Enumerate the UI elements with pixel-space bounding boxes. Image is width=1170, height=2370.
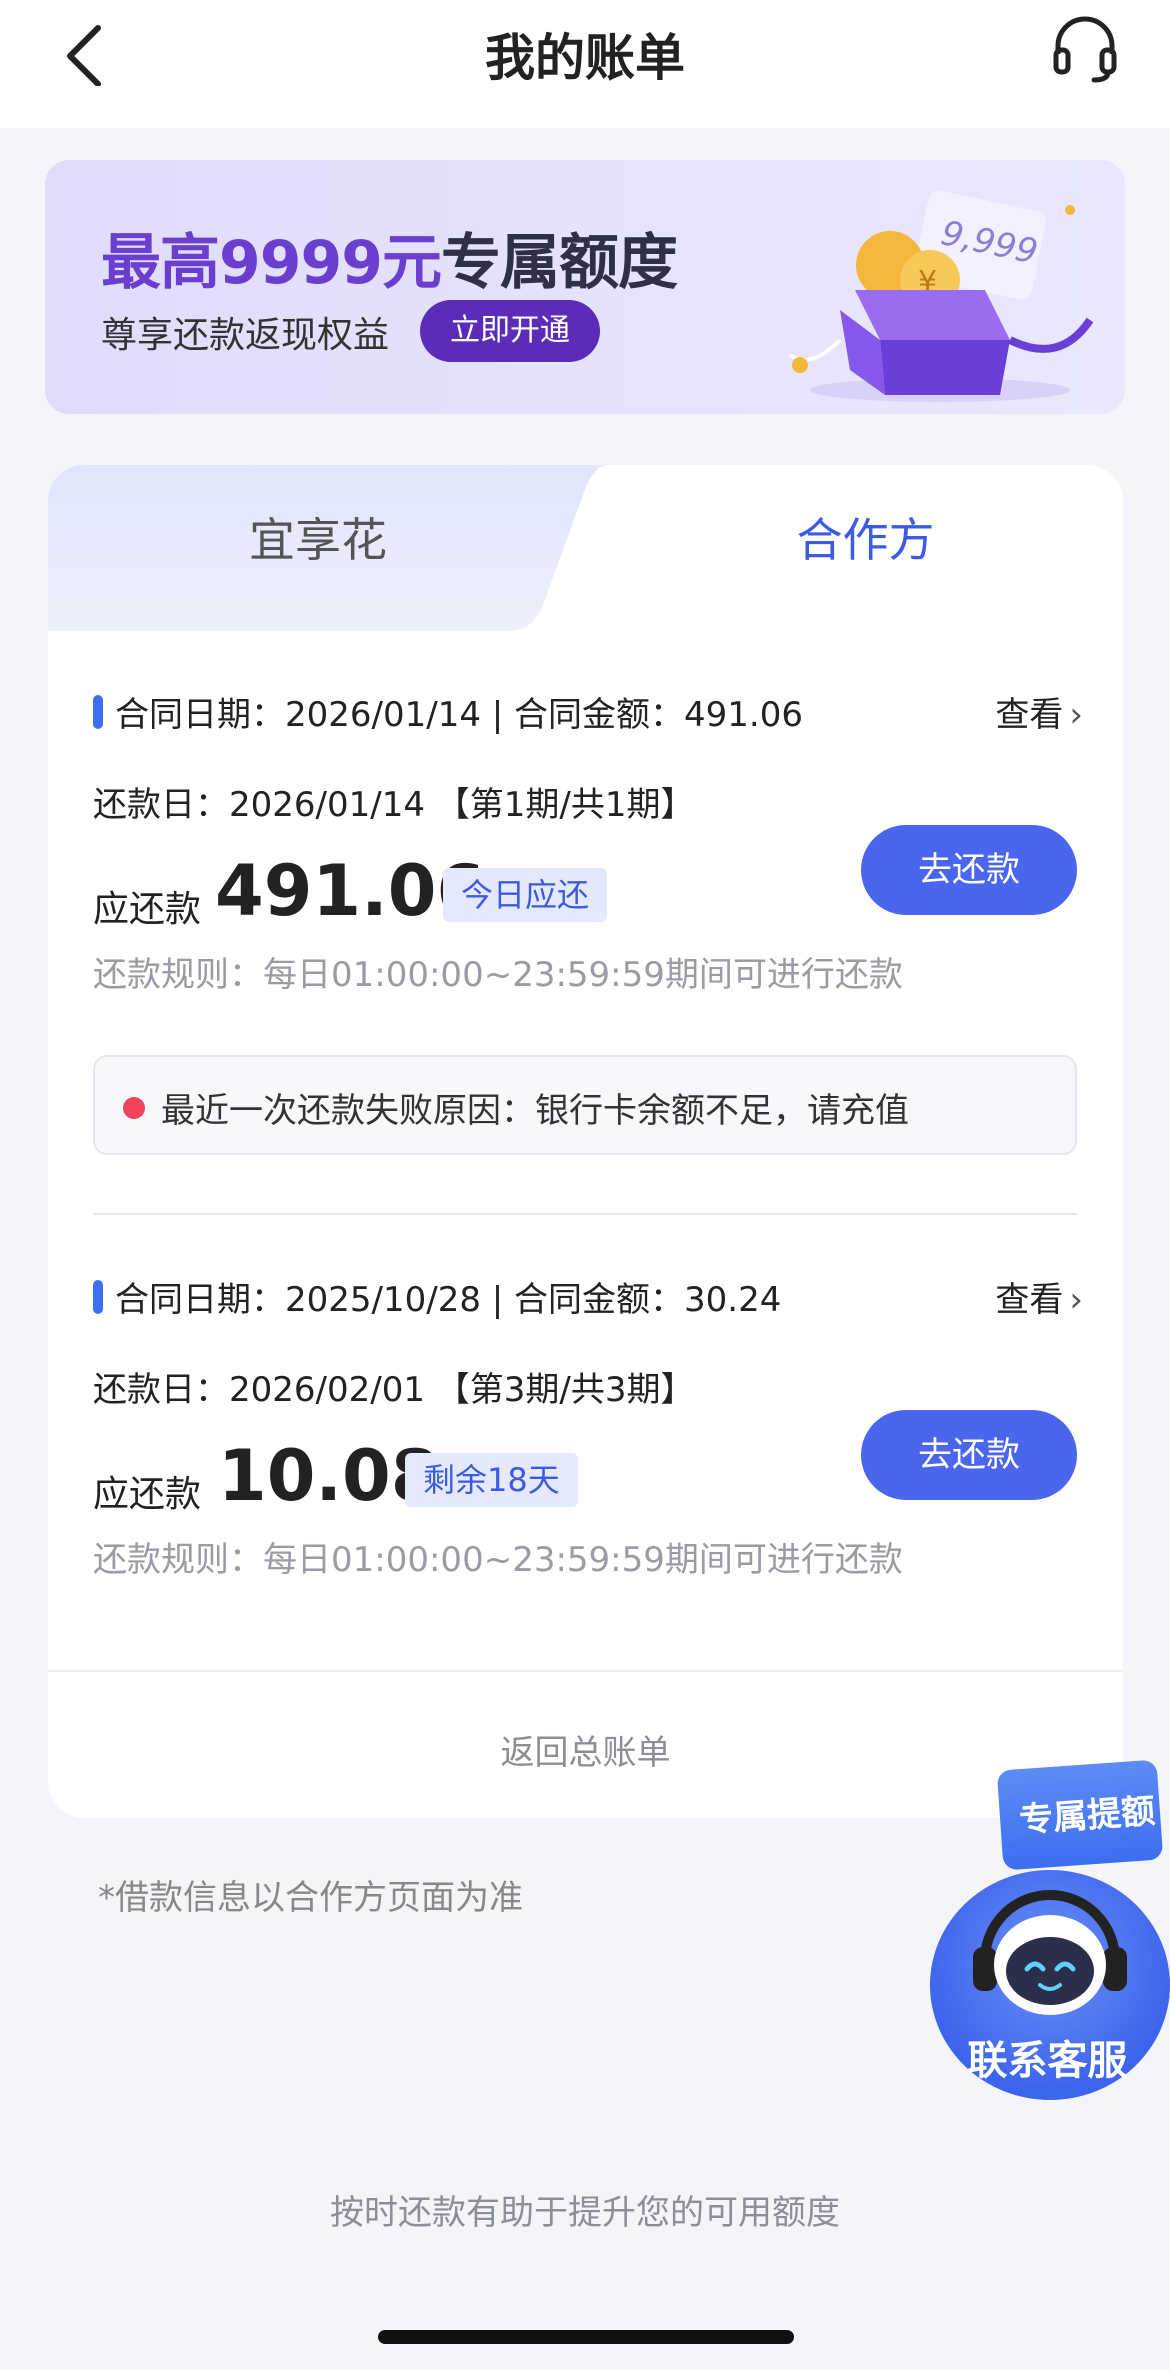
accent-bar (93, 1280, 103, 1314)
failure-notice: 最近一次还款失败原因：银行卡余额不足，请充值 (93, 1055, 1077, 1155)
accent-bar (93, 695, 103, 729)
view-button[interactable]: 查看 › (995, 687, 1083, 736)
bill-card: 宜享花 合作方 合同日期：2026/01/14 | 合同金额：491.06 查看… (48, 465, 1123, 1818)
activate-button[interactable]: 立即开通 (420, 300, 600, 362)
robot-avatar-icon (973, 1890, 1127, 2015)
home-indicator (378, 2330, 794, 2344)
contact-service-label: 联系客服 (967, 2038, 1128, 2084)
due-label: 应还款 (93, 1474, 202, 1515)
disclaimer-note: *借款信息以合作方页面为准 (98, 1878, 523, 1918)
tab-bar: 宜享花 合作方 (48, 465, 1123, 631)
bill-item: 合同日期：2025/10/28 | 合同金额：30.24 查看 › 还款日：202… (48, 1270, 1123, 1580)
banner-title-rest: 专属额度 (441, 228, 678, 298)
banner-title: 最高9999元专属额度 (101, 214, 678, 301)
tab-yixianghua[interactable]: 宜享花 (48, 465, 588, 631)
pay-button[interactable]: 去还款 (861, 825, 1077, 915)
due-date: 还款日：2026/02/01 【第3期/共3期】 (93, 1370, 695, 1410)
page-title: 我的账单 (485, 29, 685, 87)
floating-service-widget[interactable]: 专属提额 联系客服 (925, 1759, 1170, 2105)
repayment-rule: 还款规则：每日01:00:00~23:59:59期间可进行还款 (93, 1540, 903, 1580)
due-status-badge: 剩余18天 (405, 1453, 578, 1507)
view-label: 查看 (995, 695, 1064, 735)
view-label: 查看 (995, 1280, 1064, 1320)
due-label: 应还款 (93, 889, 202, 930)
due-date: 还款日：2026/01/14 【第1期/共1期】 (93, 785, 695, 825)
divider (93, 1213, 1077, 1215)
header: 我的账单 (0, 0, 1170, 128)
due-status-badge: 今日应还 (443, 868, 608, 922)
tab-partner[interactable]: 合作方 (608, 465, 1123, 631)
chevron-right-icon: › (1069, 1280, 1083, 1320)
customer-service-button[interactable] (1050, 14, 1120, 84)
contract-info: 合同日期：2025/10/28 | 合同金额：30.24 (115, 1280, 782, 1320)
bill-header: 合同日期：2026/01/14 | 合同金额：491.06 查看 › (93, 685, 1083, 735)
divider (48, 1670, 1123, 1672)
contract-info: 合同日期：2026/01/14 | 合同金额：491.06 (115, 695, 804, 735)
banner-subtitle: 尊享还款返现权益 (101, 315, 390, 356)
pay-button[interactable]: 去还款 (861, 1410, 1077, 1500)
repayment-rule: 还款规则：每日01:00:00~23:59:59期间可进行还款 (93, 955, 903, 995)
failure-text: 最近一次还款失败原因：银行卡余额不足，请充值 (161, 1091, 909, 1131)
page: 我的账单 最高9999元专属额度 尊享还款返现权益 立即开通 9,999 ¥ 宜… (0, 0, 1170, 2370)
bill-item: 合同日期：2026/01/14 | 合同金额：491.06 查看 › 还款日：20… (48, 685, 1123, 1245)
banner-title-highlight: 最高9999元 (101, 228, 442, 298)
bottom-tip: 按时还款有助于提升您的可用额度 (330, 2193, 840, 2233)
gift-box-icon: 9,999 ¥ (788, 190, 1094, 402)
promo-banner[interactable]: 最高9999元专属额度 尊享还款返现权益 立即开通 9,999 ¥ (45, 160, 1125, 414)
bill-header: 合同日期：2025/10/28 | 合同金额：30.24 查看 › (93, 1270, 1083, 1320)
chevron-right-icon: › (1069, 695, 1083, 735)
headset-icon (1053, 16, 1117, 83)
error-dot-icon (123, 1097, 145, 1119)
view-button[interactable]: 查看 › (995, 1272, 1083, 1321)
